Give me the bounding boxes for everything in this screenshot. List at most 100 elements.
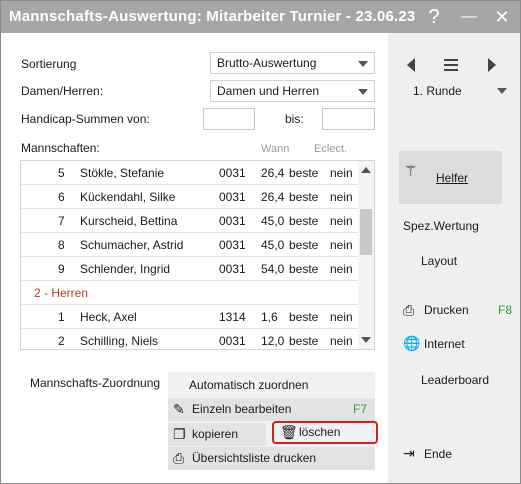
player-hcp: 12,0	[261, 334, 285, 348]
spez-wertung-button[interactable]: Spez.Wertung	[403, 219, 479, 233]
main-panel: Sortierung Brutto-Auswertung Damen/Herre…	[2, 33, 388, 483]
drucken-label: Drucken	[424, 303, 469, 317]
row-number: 2	[58, 334, 65, 348]
auto-zuordnen-button[interactable]: Automatisch zuordnen	[189, 374, 308, 397]
helfer-label: Helfer	[436, 171, 469, 185]
layout-button[interactable]: Layout	[421, 254, 457, 268]
player-code: 0031	[219, 334, 246, 348]
handicap-to-input[interactable]	[322, 108, 375, 130]
zuordnung-label: Mannschafts-Zuordnung	[30, 376, 161, 390]
printer-icon: ⎙	[403, 302, 415, 318]
table-row[interactable]: 9 Schlender, Ingrid 0031 54,0 beste nein	[21, 257, 359, 281]
uebersicht-label: Übersichtsliste drucken	[192, 451, 317, 465]
chevron-down-icon	[358, 61, 368, 67]
player-code: 0031	[219, 190, 246, 204]
ende-label: Ende	[424, 447, 453, 461]
loeschen-button[interactable]: 🗑 löschen	[272, 421, 378, 444]
damenherren-value: Damen und Herren	[217, 84, 320, 98]
close-button[interactable]: ✕	[489, 4, 515, 30]
wann-value: beste	[289, 190, 319, 204]
auto-zuordnen-label: Automatisch zuordnen	[189, 378, 309, 392]
scroll-up-icon[interactable]	[361, 167, 371, 173]
scroll-down-icon[interactable]	[361, 337, 371, 343]
exit-icon: ⇥	[403, 445, 415, 461]
player-code: 0031	[219, 166, 246, 180]
row-number: 5	[58, 166, 65, 180]
wann-value: beste	[289, 262, 319, 276]
minimize-button[interactable]: —	[456, 4, 482, 30]
damenherren-select[interactable]: Damen und Herren	[210, 80, 375, 102]
eclect-value: nein	[330, 238, 353, 252]
scroll-thumb[interactable]	[360, 209, 372, 255]
player-hcp: 1,6	[261, 310, 278, 324]
einzeln-bearbeiten-button[interactable]: ✎ Einzeln bearbeiten F7	[168, 398, 375, 421]
wann-value: beste	[289, 214, 319, 228]
player-hcp: 45,0	[261, 214, 285, 228]
menu-icon[interactable]	[444, 59, 458, 71]
row-number: 1	[58, 310, 65, 324]
runde-value: 1. Runde	[413, 84, 462, 98]
col-header-wann: Wann	[261, 143, 290, 155]
table-row[interactable]: 5 Stökle, Stefanie 0031 26,4 beste nein	[21, 161, 359, 185]
team-list[interactable]: 5 Stökle, Stefanie 0031 26,4 beste nein 6 Kücke…	[20, 160, 375, 350]
table-row[interactable]: 8 Schumacher, Astrid 0031 45,0 beste nein	[21, 233, 359, 257]
player-code: 0031	[219, 214, 246, 228]
help-button[interactable]: ?	[421, 4, 447, 30]
player-hcp: 26,4	[261, 190, 285, 204]
runde-select[interactable]: 1. Runde	[398, 81, 510, 101]
group-label: 2 - Herren	[34, 286, 89, 300]
row-number: 9	[58, 262, 65, 276]
eclect-value: nein	[330, 214, 353, 228]
eclect-value: nein	[330, 190, 353, 204]
player-name: Schlender, Ingrid	[80, 262, 171, 276]
eclect-value: nein	[330, 262, 353, 276]
handicap-label: Handicap-Summen von:	[21, 112, 150, 126]
eclect-value: nein	[330, 166, 353, 180]
zuordnung-panel: Automatisch zuordnen ✎ Einzeln bearbeite…	[168, 372, 378, 470]
table-row[interactable]: 1 Heck, Axel 1314 1,6 beste nein	[21, 305, 359, 329]
list-group-header[interactable]: 2 - Herren	[21, 281, 359, 305]
table-row[interactable]: 7 Kurscheid, Bettina 0031 45,0 beste nein	[21, 209, 359, 233]
eclect-value: nein	[330, 310, 353, 324]
mannschaften-label: Mannschaften:	[21, 141, 100, 155]
player-name: Heck, Axel	[80, 310, 137, 324]
sidebar: 1. Runde ⚚ Helfer Spez.Wertung Layout ⎙ …	[388, 33, 520, 483]
wann-value: beste	[289, 166, 319, 180]
player-name: Stökle, Stefanie	[80, 166, 165, 180]
table-row[interactable]: 2 Schilling, Niels 0031 12,0 beste nein	[21, 329, 359, 349]
player-name: Kurscheid, Bettina	[80, 214, 178, 228]
wann-value: beste	[289, 334, 319, 348]
wann-value: beste	[289, 310, 319, 324]
handicap-from-input[interactable]	[203, 108, 255, 130]
sortierung-label: Sortierung	[21, 57, 77, 71]
previous-round-icon[interactable]	[407, 58, 415, 72]
sortierung-select[interactable]: Brutto-Auswertung	[210, 52, 375, 74]
player-code: 0031	[219, 238, 246, 252]
player-name: Kückendahl, Silke	[80, 190, 176, 204]
helfer-button[interactable]: ⚚ Helfer	[399, 151, 502, 204]
player-hcp: 54,0	[261, 262, 285, 276]
table-row[interactable]: 6 Kückendahl, Silke 0031 26,4 beste nein	[21, 185, 359, 209]
title-bar: Mannschafts-Auswertung: Mitarbeiter Turn…	[1, 1, 520, 33]
player-hcp: 26,4	[261, 166, 285, 180]
uebersicht-drucken-button[interactable]: ⎙ Übersichtsliste drucken	[168, 447, 375, 470]
player-code: 0031	[219, 262, 246, 276]
copy-icon: ❐	[173, 426, 186, 442]
player-name: Schumacher, Astrid	[80, 238, 184, 252]
col-header-eclect: Eclect.	[314, 143, 348, 155]
printer-icon: ⎙	[173, 450, 185, 466]
kopieren-label: kopieren	[192, 427, 239, 441]
leaderboard-button[interactable]: Leaderboard	[421, 373, 489, 387]
next-round-icon[interactable]	[488, 58, 496, 72]
drucken-shortcut: F8	[498, 303, 513, 317]
pencil-icon: ✎	[173, 401, 185, 417]
list-scrollbar[interactable]	[358, 161, 374, 349]
chevron-down-icon	[497, 88, 507, 94]
loeschen-label: löschen	[299, 425, 341, 439]
sortierung-value: Brutto-Auswertung	[217, 56, 317, 70]
chevron-down-icon	[358, 89, 368, 95]
player-hcp: 45,0	[261, 238, 285, 252]
einzeln-shortcut: F7	[352, 402, 367, 416]
einzeln-label: Einzeln bearbeiten	[192, 402, 292, 416]
kopieren-button[interactable]: ❐ kopieren	[168, 423, 266, 446]
